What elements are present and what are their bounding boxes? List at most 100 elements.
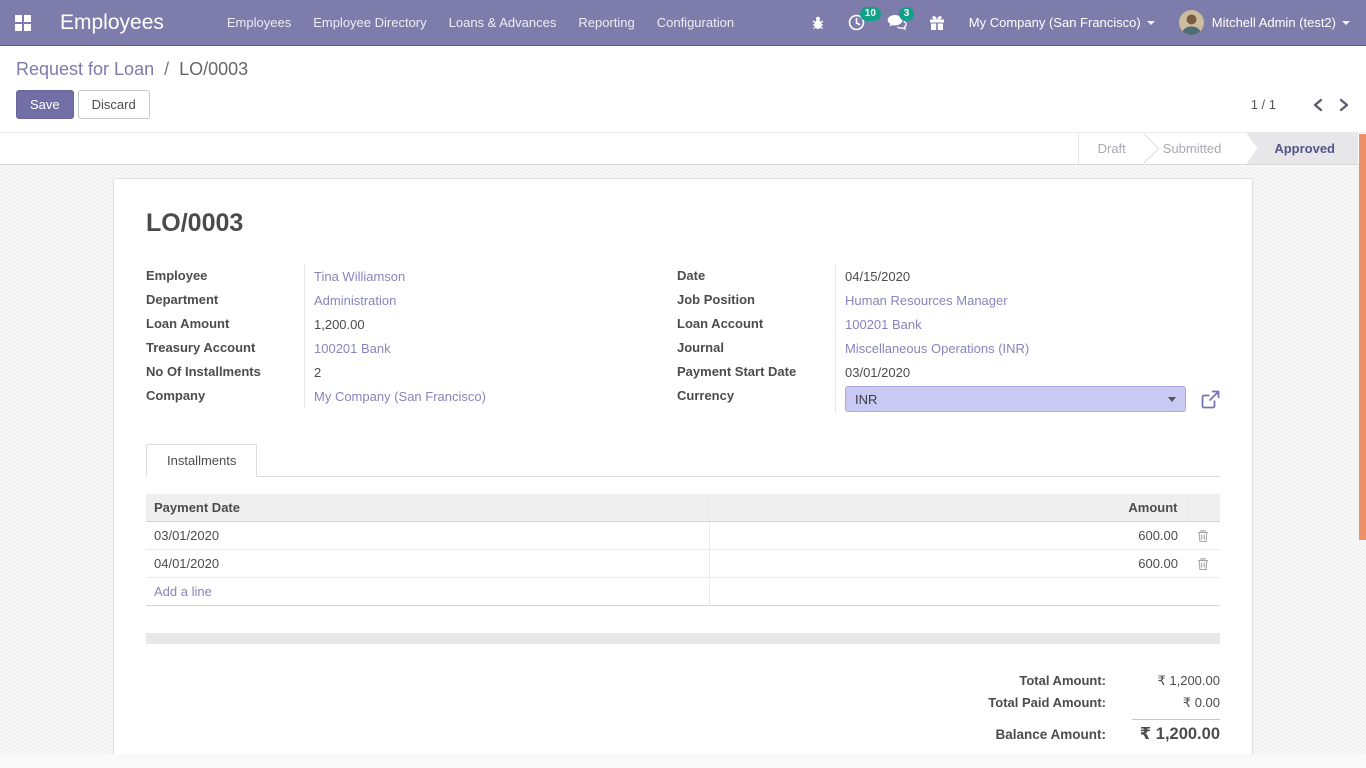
journal-link[interactable]: Miscellaneous Operations (INR) <box>845 341 1029 356</box>
field-label: Employee <box>146 264 304 287</box>
chevron-down-icon <box>1147 21 1155 25</box>
save-button[interactable]: Save <box>16 90 74 119</box>
field-loan-amount: Loan Amount 1,200.00 <box>146 312 639 336</box>
menu-item-employees[interactable]: Employees <box>216 0 302 46</box>
select-caret-icon <box>1168 397 1176 402</box>
currency-select[interactable]: INR <box>845 386 1186 412</box>
apps-menu-icon[interactable] <box>8 8 38 38</box>
loan-amount-input[interactable]: 1,200.00 <box>314 317 365 332</box>
field-label: Payment Start Date <box>677 360 835 383</box>
field-label: No Of Installments <box>146 360 304 383</box>
amount-cell[interactable]: 600.00 <box>710 550 1186 578</box>
menu-item-reporting[interactable]: Reporting <box>567 0 645 46</box>
payment-date-cell[interactable]: 03/01/2020 <box>146 522 710 550</box>
balance-amount-value: ₹ 1,200.00 <box>1132 719 1220 744</box>
field-label: Loan Amount <box>146 312 304 335</box>
payment-date-cell[interactable]: 04/01/2020 <box>146 550 710 578</box>
gift-icon[interactable] <box>929 15 945 31</box>
form-sheet: LO/0003 Employee Tina Williamson Departm… <box>113 178 1253 754</box>
main-menu: Employees Employee Directory Loans & Adv… <box>216 0 745 46</box>
company-name: My Company (San Francisco) <box>969 15 1141 30</box>
pager-next-icon[interactable] <box>1338 98 1350 112</box>
column-header-actions <box>1186 494 1220 522</box>
menu-item-configuration[interactable]: Configuration <box>646 0 745 46</box>
field-label: Journal <box>677 336 835 359</box>
employee-link[interactable]: Tina Williamson <box>314 269 405 284</box>
activities-clock-icon[interactable]: 10 <box>848 14 865 31</box>
pager-previous-icon[interactable] <box>1312 98 1324 112</box>
debug-bug-icon[interactable] <box>810 15 826 31</box>
field-label: Company <box>146 384 304 407</box>
external-link-icon[interactable] <box>1201 390 1220 409</box>
table-row[interactable]: 04/01/2020 600.00 <box>146 550 1220 578</box>
total-amount-value: ₹ 1,200.00 <box>1132 673 1220 689</box>
messages-count-badge: 3 <box>899 7 915 21</box>
totals-section: Total Amount: ₹ 1,200.00 Total Paid Amou… <box>146 670 1220 747</box>
installments-count-input[interactable]: 2 <box>314 365 321 380</box>
field-company: Company My Company (San Francisco) <box>146 384 639 408</box>
field-groups: Employee Tina Williamson Department Admi… <box>146 264 1220 414</box>
delete-row-trash-icon[interactable] <box>1194 557 1212 571</box>
tab-installments[interactable]: Installments <box>146 444 257 477</box>
delete-row-trash-icon[interactable] <box>1194 529 1212 543</box>
pager-count: 1 / 1 <box>1251 97 1276 112</box>
table-row[interactable]: 03/01/2020 600.00 <box>146 522 1220 550</box>
balance-amount-row: Balance Amount: ₹ 1,200.00 <box>995 714 1220 747</box>
date-input[interactable]: 04/15/2020 <box>845 269 910 284</box>
table-header-row: Payment Date Amount <box>146 494 1220 522</box>
job-position-link[interactable]: Human Resources Manager <box>845 293 1008 308</box>
total-paid-amount-row: Total Paid Amount: ₹ 0.00 <box>988 692 1220 714</box>
field-journal: Journal Miscellaneous Operations (INR) <box>677 336 1220 360</box>
activities-count-badge: 10 <box>860 7 881 21</box>
field-job-position: Job Position Human Resources Manager <box>677 288 1220 312</box>
column-header-payment-date[interactable]: Payment Date <box>146 494 710 522</box>
discard-button[interactable]: Discard <box>78 90 150 119</box>
breadcrumb-current: LO/0003 <box>179 59 248 79</box>
pager: 1 / 1 <box>1251 97 1350 112</box>
actions-row: Save Discard 1 / 1 <box>0 84 1366 132</box>
breadcrumb: Request for Loan / LO/0003 <box>0 46 1366 84</box>
amount-cell[interactable]: 600.00 <box>710 522 1186 550</box>
field-employee: Employee Tina Williamson <box>146 264 639 288</box>
loan-account-link[interactable]: 100201 Bank <box>845 317 922 332</box>
field-treasury-account: Treasury Account 100201 Bank <box>146 336 639 360</box>
department-link[interactable]: Administration <box>314 293 396 308</box>
field-date: Date 04/15/2020 <box>677 264 1220 288</box>
status-step-approved[interactable]: Approved <box>1246 133 1358 164</box>
user-name: Mitchell Admin (test2) <box>1212 15 1336 30</box>
vertical-scrollbar-thumb[interactable] <box>1359 134 1366 540</box>
user-avatar <box>1179 10 1204 35</box>
field-label: Loan Account <box>677 312 835 335</box>
field-currency: Currency INR <box>677 384 1220 414</box>
payment-start-date-input[interactable]: 03/01/2020 <box>845 365 910 380</box>
statusbar: Draft Submitted Approved <box>0 132 1366 165</box>
horizontal-scrollbar[interactable] <box>146 633 1220 644</box>
total-amount-label: Total Amount: <box>1019 673 1106 688</box>
user-menu[interactable]: Mitchell Admin (test2) <box>1179 10 1350 35</box>
total-paid-amount-label: Total Paid Amount: <box>988 695 1106 710</box>
field-group-right: Date 04/15/2020 Job Position Human Resou… <box>677 264 1220 414</box>
total-amount-row: Total Amount: ₹ 1,200.00 <box>1019 670 1220 692</box>
field-payment-start-date: Payment Start Date 03/01/2020 <box>677 360 1220 384</box>
menu-item-loans-advances[interactable]: Loans & Advances <box>438 0 568 46</box>
messages-chat-icon[interactable]: 3 <box>887 14 907 31</box>
company-link[interactable]: My Company (San Francisco) <box>314 389 486 404</box>
breadcrumb-parent-link[interactable]: Request for Loan <box>16 59 154 79</box>
control-panel: Request for Loan / LO/0003 Save Discard … <box>0 46 1366 165</box>
company-switcher[interactable]: My Company (San Francisco) <box>969 15 1155 30</box>
record-title: LO/0003 <box>146 209 1220 238</box>
menu-item-employee-directory[interactable]: Employee Directory <box>302 0 437 46</box>
status-steps: Draft Submitted Approved <box>1078 133 1358 164</box>
field-label: Treasury Account <box>146 336 304 359</box>
field-loan-account: Loan Account 100201 Bank <box>677 312 1220 336</box>
field-label: Department <box>146 288 304 311</box>
app-brand[interactable]: Employees <box>60 11 164 35</box>
field-group-left: Employee Tina Williamson Department Admi… <box>146 264 639 414</box>
notebook: Installments Payment Date Amount 03/01/2… <box>146 444 1220 644</box>
treasury-account-link[interactable]: 100201 Bank <box>314 341 391 356</box>
add-line-row: Add a line <box>146 578 1220 606</box>
add-a-line-link[interactable]: Add a line <box>154 584 212 599</box>
field-label: Date <box>677 264 835 287</box>
total-paid-amount-value: ₹ 0.00 <box>1132 695 1220 711</box>
column-header-amount[interactable]: Amount <box>710 494 1186 522</box>
